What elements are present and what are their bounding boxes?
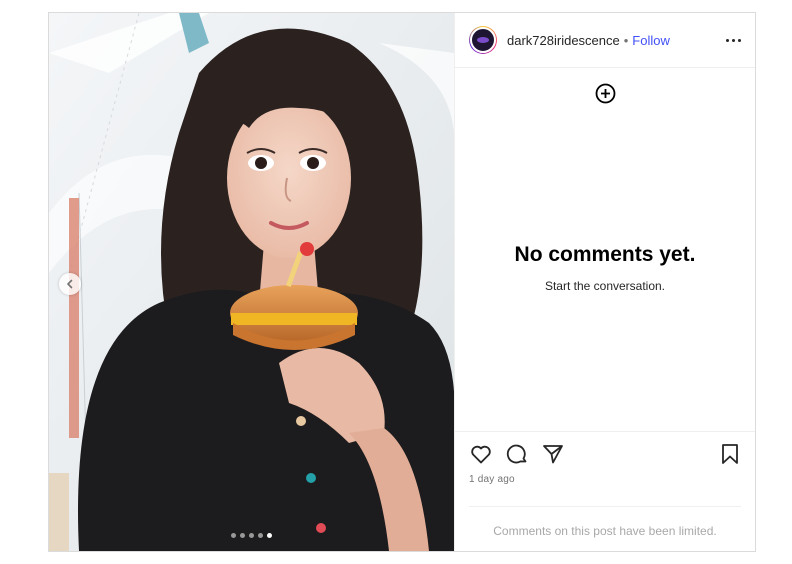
add-circle-icon [595,83,616,104]
carousel-indicator [231,533,272,538]
comments-area: No comments yet. Start the conversation. [455,68,755,431]
post-sidebar: dark728iridescence • Follow No comments … [454,13,755,551]
comments-limited-notice: Comments on this post have been limited. [493,524,717,538]
actions-bar: 1 day ago Comments on this post have bee… [455,431,755,538]
post-photo[interactable] [49,13,454,551]
avatar[interactable] [469,26,497,54]
post-card: dark728iridescence • Follow No comments … [48,12,756,552]
post-header: dark728iridescence • Follow [455,13,755,68]
post-timestamp[interactable]: 1 day ago [469,474,515,485]
carousel-prev-button[interactable] [59,273,81,295]
empty-comments-title: No comments yet. [514,243,696,266]
chevron-left-icon [67,279,73,289]
bookmark-icon[interactable] [719,442,741,466]
share-icon[interactable] [541,442,565,466]
comment-icon[interactable] [505,442,529,466]
username-link[interactable]: dark728iridescence [507,33,620,48]
carousel-dot [267,533,272,538]
photo-image [49,13,454,551]
carousel-dot [249,533,254,538]
separator-dot: • [623,32,629,48]
divider [469,506,741,507]
empty-comments-subtitle: Start the conversation. [544,279,666,293]
follow-button[interactable]: Follow [632,33,670,48]
carousel-dot [231,533,236,538]
heart-icon[interactable] [469,442,493,466]
carousel-dot [240,533,245,538]
carousel-dot [258,533,263,538]
more-options-icon[interactable] [726,35,741,46]
